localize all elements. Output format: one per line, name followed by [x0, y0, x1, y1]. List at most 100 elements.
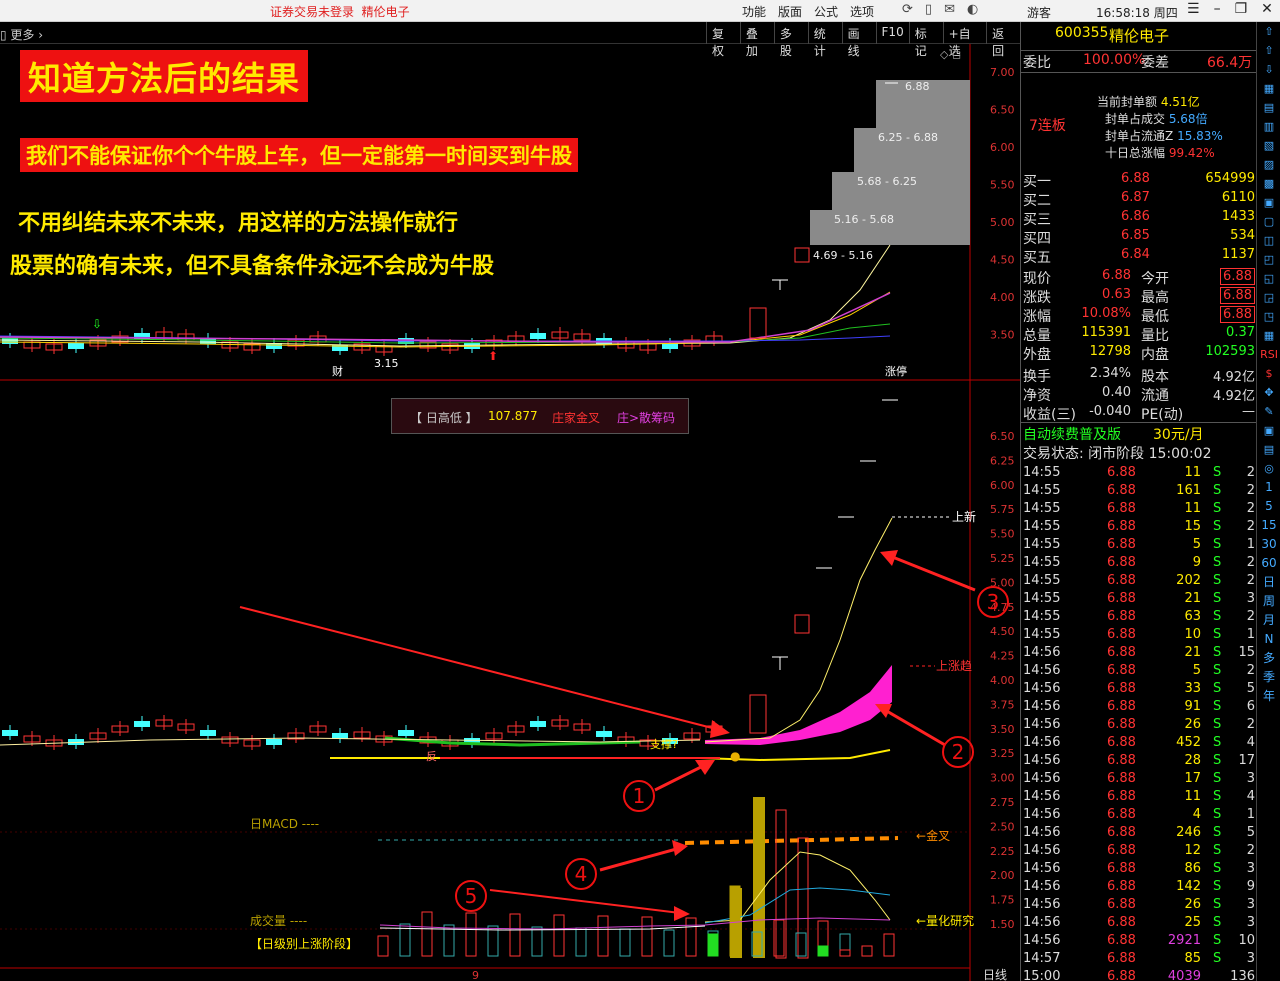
tick-row[interactable]: 14:55 6.88 10 S 1	[1021, 626, 1257, 644]
tick-row[interactable]: 14:55 6.88 15 S 2	[1021, 518, 1257, 536]
tick-row[interactable]: 14:56 6.88 86 S 3	[1021, 860, 1257, 878]
period-button[interactable]: 多	[1257, 649, 1280, 668]
back-button[interactable]: 返回	[986, 22, 1020, 58]
period-button[interactable]: 月	[1257, 611, 1280, 630]
multi-stock-button[interactable]: 多股	[773, 22, 808, 58]
tick-row[interactable]: 14:55 6.88 11 S 2	[1021, 500, 1257, 518]
promo-label[interactable]: 自动续费普及版	[1023, 424, 1121, 444]
period-button[interactable]: 季	[1257, 668, 1280, 687]
bid-row[interactable]: 买一 6.88 654999	[1021, 170, 1257, 190]
period-button[interactable]: 周	[1257, 592, 1280, 611]
more-button[interactable]: ▯ 更多 ›	[0, 26, 43, 43]
rsi-icon[interactable]: RSI	[1257, 345, 1280, 364]
period-label[interactable]: 日线	[983, 968, 1007, 981]
move-icon[interactable]: ✥	[1257, 383, 1280, 402]
tick-row[interactable]: 14:56 6.88 91 S 6	[1021, 698, 1257, 716]
chart-diamond-icon[interactable]: ◇ ◻	[940, 48, 961, 61]
tick-row[interactable]: 14:55 6.88 9 S 2	[1021, 554, 1257, 572]
kline-chart[interactable]: 7.00 6.50 6.00 5.50 5.00 4.50 4.00 3.50 6.50 6.2…	[0, 44, 1020, 981]
add-watchlist-button[interactable]: +自选	[942, 22, 986, 58]
tick-row[interactable]: 14:55 6.88 63 S 2	[1021, 608, 1257, 626]
chart-icon-14[interactable]: ▦	[1257, 326, 1280, 345]
tool-icon-2[interactable]: ▤	[1257, 440, 1280, 459]
tick-row[interactable]: 14:56 6.88 12 S 2	[1021, 842, 1257, 860]
period-button[interactable]: 日	[1257, 573, 1280, 592]
skin-icon[interactable]: ◐	[967, 2, 978, 17]
cai-marker[interactable]: 财	[332, 364, 343, 378]
user-guest[interactable]: 游客	[1027, 4, 1051, 21]
chart-icon-5[interactable]: ▨	[1257, 155, 1280, 174]
period-button[interactable]: 5	[1257, 497, 1280, 516]
period-button[interactable]: 15	[1257, 516, 1280, 535]
tick-row[interactable]: 14:56 6.88 25 S 3	[1021, 914, 1257, 932]
period-button[interactable]: 30	[1257, 535, 1280, 554]
restore-icon[interactable]: ❐	[1235, 1, 1248, 17]
menu-formula[interactable]: 公式	[814, 3, 838, 20]
close-icon[interactable]: ✕	[1261, 1, 1273, 17]
tick-row[interactable]: 14:55 6.88 21 S 3	[1021, 590, 1257, 608]
trade-login-status[interactable]: 证券交易未登录	[270, 5, 354, 19]
statistics-button[interactable]: 统计	[807, 22, 842, 58]
tick-row[interactable]: 14:56 6.88 5 S 2	[1021, 662, 1257, 680]
chart-icon-7[interactable]: ▣	[1257, 193, 1280, 212]
bid-row[interactable]: 买三 6.86 1433	[1021, 208, 1257, 228]
bid-row[interactable]: 买二 6.87 6110	[1021, 189, 1257, 209]
period-button[interactable]: N	[1257, 630, 1280, 649]
tick-row[interactable]: 14:56 6.88 17 S 3	[1021, 770, 1257, 788]
tick-row[interactable]: 14:56 6.88 33 S 5	[1021, 680, 1257, 698]
up-icon[interactable]: ⇧	[1257, 22, 1280, 41]
money-icon[interactable]: $	[1257, 364, 1280, 383]
tick-row[interactable]: 14:56 6.88 28 S 17	[1021, 752, 1257, 770]
mark-button[interactable]: 标记	[908, 22, 943, 58]
overlay-button[interactable]: 叠加	[739, 22, 774, 58]
chart-icon-8[interactable]: ▢	[1257, 212, 1280, 231]
menu-icon[interactable]: ☰	[1187, 1, 1200, 17]
tick-row[interactable]: 15:00 6.88 4039 136	[1021, 968, 1257, 981]
menu-layout[interactable]: 版面	[778, 3, 802, 20]
tick-row[interactable]: 14:56 6.88 142 S 9	[1021, 878, 1257, 896]
draw-line-button[interactable]: 画线	[841, 22, 876, 58]
period-button[interactable]: 60	[1257, 554, 1280, 573]
draw-icon[interactable]: ✎	[1257, 402, 1280, 421]
tick-row[interactable]: 14:56 6.88 246 S 5	[1021, 824, 1257, 842]
up-icon-2[interactable]: ⇧	[1257, 41, 1280, 60]
phone-icon[interactable]: ▯	[925, 2, 932, 17]
tool-icon-1[interactable]: ▣	[1257, 421, 1280, 440]
tool-icon-3[interactable]: ◎	[1257, 459, 1280, 478]
tick-row[interactable]: 14:56 6.88 26 S 3	[1021, 896, 1257, 914]
period-button[interactable]: 年	[1257, 687, 1280, 706]
tick-row[interactable]: 14:55 6.88 161 S 2	[1021, 482, 1257, 500]
tick-row[interactable]: 14:55 6.88 202 S 2	[1021, 572, 1257, 590]
tick-row[interactable]: 14:56 6.88 21 S 15	[1021, 644, 1257, 662]
tick-row[interactable]: 14:55 6.88 11 S 2	[1021, 464, 1257, 482]
menu-options[interactable]: 选项	[850, 3, 874, 20]
chart-icon-3[interactable]: ▥	[1257, 117, 1280, 136]
chart-icon-12[interactable]: ◲	[1257, 288, 1280, 307]
chart-icon-10[interactable]: ◰	[1257, 250, 1280, 269]
menu-function[interactable]: 功能	[742, 3, 766, 20]
bid-row[interactable]: 买五 6.84 1137	[1021, 246, 1257, 266]
chart-icon-11[interactable]: ◱	[1257, 269, 1280, 288]
bid-row[interactable]: 买四 6.85 534	[1021, 227, 1257, 247]
promo-row[interactable]: 自动续费普及版 30元/月	[1021, 422, 1257, 443]
chart-area[interactable]: 7.00 6.50 6.00 5.50 5.00 4.50 4.00 3.50 6.50 6.2…	[0, 44, 1020, 981]
chart-icon-1[interactable]: ▦	[1257, 79, 1280, 98]
tick-row[interactable]: 14:56 6.88 452 S 4	[1021, 734, 1257, 752]
period-button[interactable]: 1	[1257, 478, 1280, 497]
minimize-icon[interactable]: –	[1214, 1, 1221, 17]
chart-icon-9[interactable]: ◫	[1257, 231, 1280, 250]
refresh-icon[interactable]: ⟳	[902, 2, 913, 17]
tick-row[interactable]: 14:56 6.88 11 S 4	[1021, 788, 1257, 806]
tick-row[interactable]: 14:55 6.88 5 S 1	[1021, 536, 1257, 554]
down-icon[interactable]: ⇩	[1257, 60, 1280, 79]
fuquan-button[interactable]: 复权	[706, 22, 740, 58]
tick-row[interactable]: 14:57 6.88 85 S 3	[1021, 950, 1257, 968]
mail-icon[interactable]: ✉	[944, 2, 955, 17]
f10-button[interactable]: F10	[875, 22, 909, 44]
tick-row[interactable]: 14:56 6.88 26 S 2	[1021, 716, 1257, 734]
tick-row[interactable]: 14:56 6.88 4 S 1	[1021, 806, 1257, 824]
chart-icon-6[interactable]: ▩	[1257, 174, 1280, 193]
chart-icon-2[interactable]: ▤	[1257, 98, 1280, 117]
tick-row[interactable]: 14:56 6.88 2921 S 10	[1021, 932, 1257, 950]
chart-icon-13[interactable]: ◳	[1257, 307, 1280, 326]
